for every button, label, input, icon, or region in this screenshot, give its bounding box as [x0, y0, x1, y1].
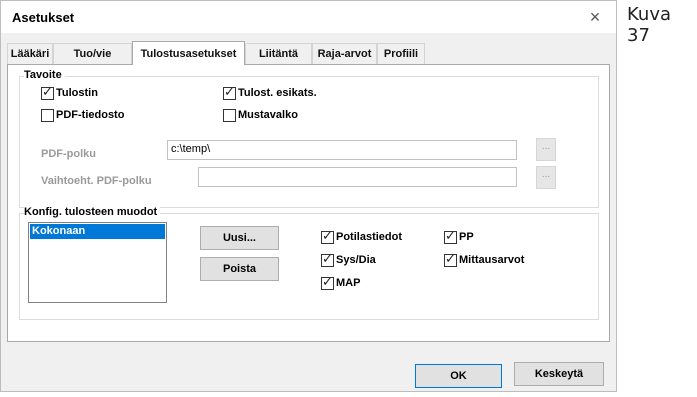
checkbox-label: Sys/Dia — [336, 254, 376, 266]
checkbox-box[interactable] — [223, 108, 236, 122]
checkbox-label: Tulostin — [56, 87, 98, 99]
checkbox-box[interactable]: ✓ — [223, 83, 236, 100]
checkbox-label: Mustavalko — [238, 109, 298, 121]
tab-tulostusasetukset[interactable]: Tulostusasetukset — [132, 41, 245, 65]
checkbox-label: Tulost. esikats. — [238, 87, 317, 99]
formats-group-label: Konfig. tulosteen muodot — [24, 206, 161, 218]
tab-panel-tulostusasetukset: Tavoite ✓ Tulostin ✓ Tulost. esikats. PD… — [7, 64, 610, 342]
checkbox-label: PP — [459, 231, 474, 243]
delete-format-button[interactable]: Poista — [200, 257, 279, 281]
checkbox-label: MAP — [336, 277, 361, 289]
tab-tuo-vie[interactable]: Tuo/vie — [53, 43, 132, 64]
checkbox-map[interactable]: ✓ MAP — [321, 273, 361, 291]
checkbox-mittausarvot[interactable]: ✓ Mittausarvot — [444, 250, 525, 268]
checkbox-tulost-esikats[interactable]: ✓ Tulost. esikats. — [223, 83, 317, 101]
cancel-button[interactable]: Keskeytä — [514, 362, 604, 386]
new-format-button[interactable]: Uusi... — [200, 226, 279, 250]
checkbox-label: Mittausarvot — [459, 254, 525, 266]
tab-profiili[interactable]: Profiili — [377, 43, 425, 64]
target-group-label: Tavoite — [24, 69, 65, 81]
checkbox-mustavalko[interactable]: Mustavalko — [223, 107, 298, 123]
close-icon[interactable]: × — [585, 7, 605, 27]
title-bar: Asetukset × — [1, 1, 616, 33]
settings-dialog: Asetukset × Lääkäri Tuo/vie Tulostusaset… — [0, 0, 617, 392]
alt-pdf-path-input[interactable] — [198, 167, 517, 187]
tab-liitanta[interactable]: Liitäntä — [245, 43, 312, 64]
checkbox-tulostin[interactable]: ✓ Tulostin — [41, 83, 98, 101]
checkbox-pdf-tiedosto[interactable]: PDF-tiedosto — [41, 107, 124, 123]
check-icon: ✓ — [42, 83, 53, 99]
check-icon: ✓ — [224, 83, 235, 99]
checkbox-potilastiedot[interactable]: ✓ Potilastiedot — [321, 227, 403, 245]
checkbox-label: Potilastiedot — [336, 231, 403, 243]
checkbox-box[interactable]: ✓ — [321, 273, 334, 290]
tab-laakari[interactable]: Lääkäri — [7, 43, 53, 64]
ok-button[interactable]: OK — [415, 364, 502, 388]
checkbox-pp[interactable]: ✓ PP — [444, 227, 474, 245]
checkbox-box[interactable]: ✓ — [321, 227, 334, 244]
checkbox-box[interactable]: ✓ — [444, 227, 457, 244]
alt-pdf-path-browse-button[interactable]: ... — [536, 166, 556, 189]
formats-group: Konfig. tulosteen muodot Kokonaan Uusi..… — [19, 206, 599, 320]
check-icon: ✓ — [322, 273, 333, 289]
check-icon: ✓ — [322, 250, 333, 266]
alt-pdf-path-label: Vaihtoeht. PDF-polku — [41, 175, 152, 187]
checkbox-label: PDF-tiedosto — [56, 109, 125, 121]
checkbox-box[interactable]: ✓ — [444, 250, 457, 267]
pdf-path-browse-button[interactable]: ... — [536, 138, 556, 161]
checkbox-box[interactable]: ✓ — [321, 250, 334, 267]
check-icon: ✓ — [445, 227, 456, 243]
tab-raja-arvot[interactable]: Raja-arvot — [312, 43, 377, 64]
dialog-title: Asetukset — [12, 10, 75, 25]
target-group: Tavoite ✓ Tulostin ✓ Tulost. esikats. PD… — [19, 69, 599, 208]
figure-caption: Kuva 37 — [627, 4, 671, 46]
list-item[interactable]: Kokonaan — [30, 224, 165, 239]
check-icon: ✓ — [322, 227, 333, 243]
formats-listbox[interactable]: Kokonaan — [28, 222, 167, 303]
check-icon: ✓ — [445, 250, 456, 266]
checkbox-sys-dia[interactable]: ✓ Sys/Dia — [321, 250, 376, 268]
checkbox-box[interactable] — [41, 108, 54, 122]
pdf-path-input[interactable]: c:\temp\ — [167, 140, 517, 160]
pdf-path-label: PDF-polku — [41, 148, 96, 160]
checkbox-box[interactable]: ✓ — [41, 83, 54, 100]
